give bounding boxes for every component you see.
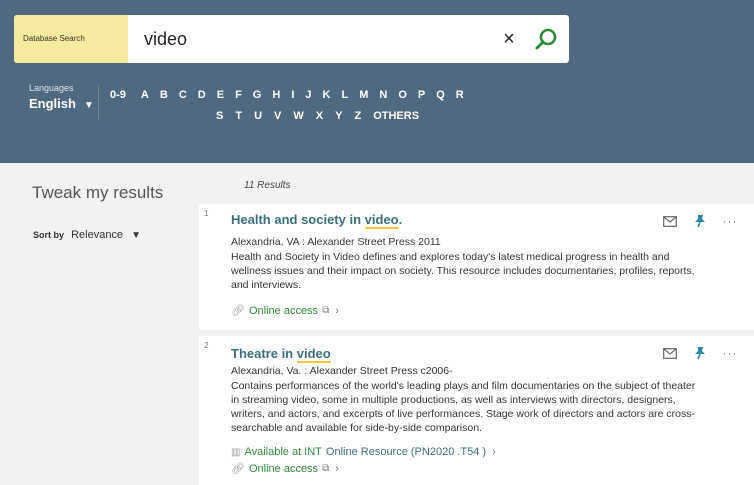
sort-by-label: Sort by <box>33 230 65 240</box>
alpha-link[interactable]: I <box>291 89 294 101</box>
alpha-link[interactable]: Z <box>354 110 361 122</box>
result-publisher: Alexandria, VA : Alexander Street Press … <box>231 236 441 248</box>
result-number: 2 <box>204 341 209 350</box>
caret-down-icon: ▼ <box>131 230 141 241</box>
online-access-link[interactable]: 🔗︎ Online access ⧉ › <box>231 462 339 476</box>
chevron-right-icon: › <box>335 462 339 475</box>
tweak-results-title: Tweak my results <box>32 183 164 202</box>
alpha-link[interactable]: T <box>235 110 242 122</box>
alpha-link[interactable]: L <box>341 89 348 101</box>
chevron-right-icon: › <box>492 446 496 458</box>
language-selected: English <box>29 96 76 111</box>
search-input[interactable] <box>144 25 474 53</box>
alpha-link[interactable]: Q <box>436 89 445 101</box>
book-icon: ▥ <box>231 446 241 458</box>
chevron-right-icon: › <box>335 304 339 317</box>
alpha-link[interactable]: R <box>456 89 464 101</box>
title-text: Theatre in <box>231 346 297 361</box>
alpha-link[interactable]: X <box>316 110 323 122</box>
sort-select[interactable]: Relevance ▼ <box>71 229 141 241</box>
alpha-link[interactable]: OTHERS <box>373 110 419 122</box>
title-highlight: video <box>296 346 331 363</box>
pin-button[interactable] <box>690 213 710 229</box>
sidebar: Tweak my results Sort by Relevance ▼ <box>0 163 199 485</box>
online-access-link[interactable]: 🔗︎ Online access ⧉ › <box>231 304 339 318</box>
search-header: Database Search × Languages English ▼ 0-9… <box>0 0 754 163</box>
pin-icon <box>695 347 705 360</box>
alpha-link[interactable]: A <box>141 89 149 101</box>
alphabet-row-2: S T U V W X Y Z OTHERS <box>216 110 431 122</box>
search-scope-selector[interactable]: Database Search <box>14 15 128 63</box>
divider <box>98 86 99 120</box>
pin-icon <box>695 215 705 228</box>
availability-status: Available at INT <box>244 446 322 458</box>
alpha-link[interactable]: N <box>379 89 387 101</box>
alpha-link[interactable]: V <box>274 110 281 122</box>
title-text: . <box>398 212 403 227</box>
results-header: 11 Results <box>199 163 754 204</box>
email-button[interactable] <box>660 213 680 229</box>
result-actions: ··· <box>650 213 740 229</box>
result-item: 2 Theatre in video Alexandria, Va. : Ale… <box>199 336 754 485</box>
online-access-label: Online access <box>248 304 319 317</box>
result-title[interactable]: Theatre in video <box>231 346 331 363</box>
result-publisher: Alexandria, Va. : Alexander Street Press… <box>231 365 453 377</box>
results-count: 11 Results <box>244 180 291 191</box>
result-description: Contains performances of the world's lea… <box>231 380 696 434</box>
alpha-link[interactable]: M <box>359 89 368 101</box>
result-title[interactable]: Health and society in video. <box>231 212 403 229</box>
email-button[interactable] <box>660 345 680 361</box>
more-options-icon[interactable]: ··· <box>720 345 740 361</box>
more-options-icon[interactable]: ··· <box>720 213 740 229</box>
alpha-link[interactable]: F <box>235 89 242 101</box>
alpha-link[interactable]: 0-9 <box>110 89 126 101</box>
availability-location: Online Resource (PN2020 .T54 ) <box>325 446 487 458</box>
alpha-link[interactable]: Y <box>335 110 342 122</box>
result-description: Health and Society in Video defines and … <box>231 251 695 291</box>
alpha-link[interactable]: P <box>418 89 425 101</box>
alpha-link[interactable]: W <box>293 110 303 122</box>
title-highlight: video <box>364 212 399 229</box>
alpha-link[interactable]: U <box>254 110 262 122</box>
alpha-link[interactable]: B <box>160 89 168 101</box>
alpha-link[interactable]: K <box>323 89 331 101</box>
language-select[interactable]: English ▼ <box>29 96 94 111</box>
alpha-link[interactable]: E <box>217 89 224 101</box>
link-icon: 🔗︎ <box>231 305 245 317</box>
result-number: 1 <box>204 209 209 218</box>
link-icon: 🔗︎ <box>231 463 245 475</box>
email-icon <box>663 215 677 227</box>
search-button[interactable] <box>531 25 561 55</box>
sort-value: Relevance <box>71 229 124 241</box>
alpha-link[interactable]: J <box>305 89 311 101</box>
search-bar: Database Search × <box>14 15 569 63</box>
email-icon <box>663 347 677 359</box>
clear-search-button[interactable]: × <box>497 26 521 52</box>
pin-button[interactable] <box>690 345 710 361</box>
alpha-link[interactable]: O <box>398 89 407 101</box>
languages-label: Languages <box>29 83 74 93</box>
search-icon <box>535 28 557 50</box>
result-actions: ··· <box>650 345 740 361</box>
availability-link[interactable]: ▥ Available at INT Online Resource (PN20… <box>231 446 496 458</box>
alpha-link[interactable]: G <box>253 89 262 101</box>
external-link-icon: ⧉ <box>322 463 330 474</box>
alpha-link[interactable]: H <box>272 89 280 101</box>
alpha-link[interactable]: S <box>216 110 223 122</box>
alphabet-row-1: 0-9 A B C D E F G H I J K L M N O P Q R <box>110 89 475 101</box>
online-access-label: Online access <box>248 462 319 475</box>
title-text: Health and society in <box>231 212 365 227</box>
alpha-link[interactable]: C <box>179 89 187 101</box>
caret-down-icon: ▼ <box>83 100 94 111</box>
sort-control: Sort by Relevance ▼ <box>33 229 141 241</box>
result-item: 1 Health and society in video. Alexandri… <box>199 204 754 330</box>
language-picker: Languages English ▼ <box>29 83 94 111</box>
alpha-link[interactable]: D <box>198 89 206 101</box>
external-link-icon: ⧉ <box>322 305 330 316</box>
